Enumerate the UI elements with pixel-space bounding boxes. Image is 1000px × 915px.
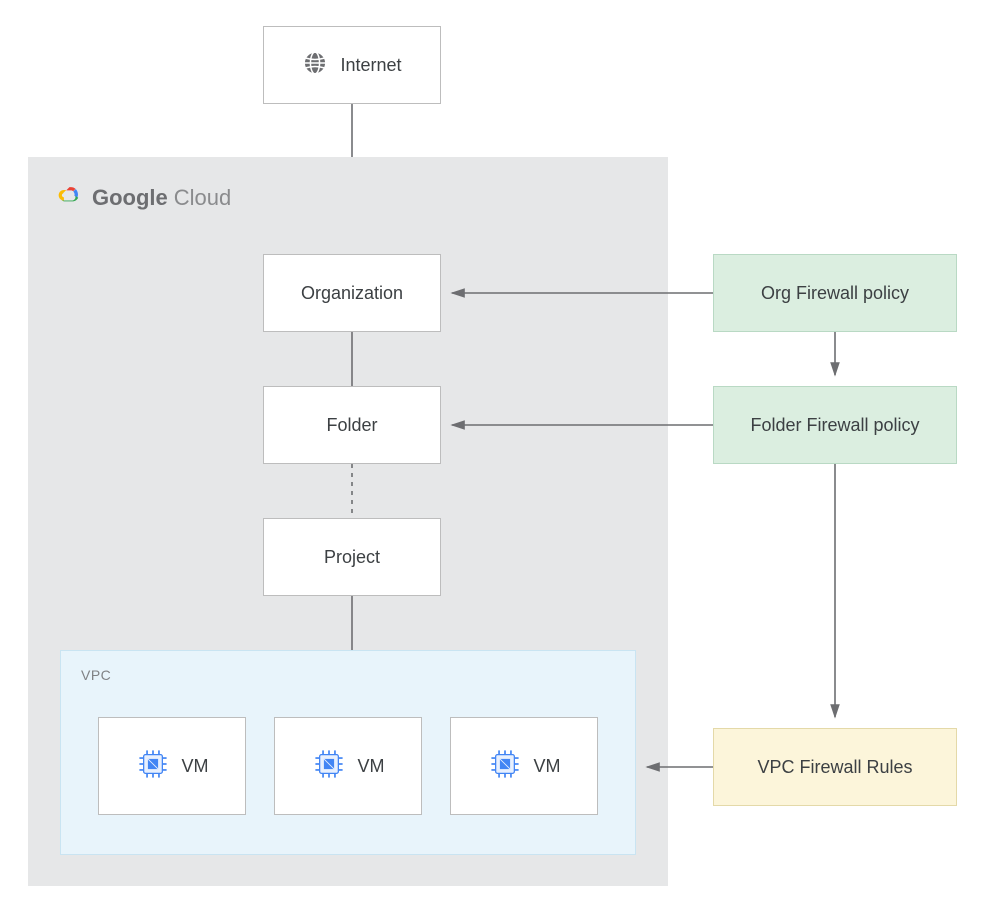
cloud-brand-light: Cloud xyxy=(174,185,231,211)
vm-node-3: VM xyxy=(450,717,598,815)
folder-label: Folder xyxy=(326,415,377,436)
org-firewall-policy-node: Org Firewall policy xyxy=(713,254,957,332)
chip-icon xyxy=(312,747,346,786)
organization-node: Organization xyxy=(263,254,441,332)
internet-label: Internet xyxy=(340,55,401,76)
vm-label: VM xyxy=(534,756,561,777)
globe-icon xyxy=(302,50,328,81)
gcp-logo-icon xyxy=(54,181,82,214)
project-node: Project xyxy=(263,518,441,596)
vpc-firewall-rules-label: VPC Firewall Rules xyxy=(757,757,912,778)
chip-icon xyxy=(136,747,170,786)
vpc-label: VPC xyxy=(81,667,111,683)
chip-icon xyxy=(488,747,522,786)
organization-label: Organization xyxy=(301,283,403,304)
vm-node-2: VM xyxy=(274,717,422,815)
project-label: Project xyxy=(324,547,380,568)
folder-node: Folder xyxy=(263,386,441,464)
vpc-firewall-rules-node: VPC Firewall Rules xyxy=(713,728,957,806)
vm-node-1: VM xyxy=(98,717,246,815)
cloud-brand: Google Cloud xyxy=(54,181,231,214)
folder-firewall-policy-label: Folder Firewall policy xyxy=(750,415,919,436)
cloud-brand-bold: Google xyxy=(92,185,168,211)
folder-firewall-policy-node: Folder Firewall policy xyxy=(713,386,957,464)
internet-node: Internet xyxy=(263,26,441,104)
org-firewall-policy-label: Org Firewall policy xyxy=(761,283,909,304)
vm-label: VM xyxy=(182,756,209,777)
vm-label: VM xyxy=(358,756,385,777)
